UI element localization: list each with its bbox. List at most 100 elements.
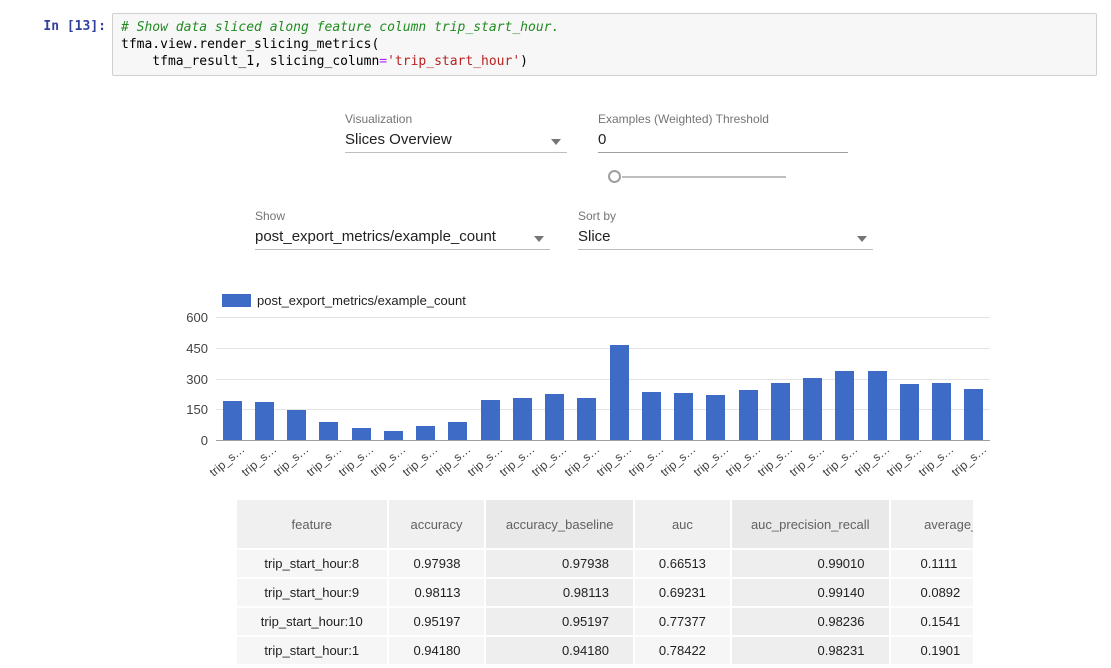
metric-cell: 0.94180: [486, 637, 634, 666]
show-label: Show: [255, 209, 285, 223]
bar-slot: trip_s…: [442, 317, 474, 440]
x-tick-label: trip_s…: [690, 442, 731, 479]
y-tick-label: 150: [166, 402, 208, 417]
code-token: tfma_result_1, slicing_column: [121, 54, 379, 69]
metric-select-value: post_export_metrics/example_count: [255, 228, 496, 245]
metric-select[interactable]: post_export_metrics/example_count: [255, 227, 550, 250]
bar[interactable]: [416, 426, 435, 440]
bar[interactable]: [223, 401, 242, 440]
x-tick-label: trip_s…: [948, 442, 989, 479]
x-tick-label: trip_s…: [335, 442, 376, 479]
legend-swatch: [222, 294, 251, 307]
bar-slot: trip_s…: [313, 317, 345, 440]
slider-thumb-handle[interactable]: [608, 170, 621, 183]
gridline: [216, 440, 990, 441]
metric-cell: 0.98236: [732, 608, 891, 637]
metric-cell: 0.98113: [389, 579, 487, 608]
visualization-select[interactable]: Slices Overview: [345, 130, 567, 153]
chart-plot: trip_s…trip_s…trip_s…trip_s…trip_s…trip_…: [216, 317, 990, 440]
x-tick-label: trip_s…: [658, 442, 699, 479]
bar[interactable]: [739, 390, 758, 440]
bar[interactable]: [803, 378, 822, 440]
dropdown-arrow-icon: [857, 236, 867, 242]
metric-cell: 0.1901: [891, 637, 974, 666]
x-tick-label: trip_s…: [303, 442, 344, 479]
bar[interactable]: [610, 345, 629, 440]
metrics-table[interactable]: featureaccuracyaccuracy_baselineaucauc_p…: [237, 500, 973, 668]
metric-cell: 0.98113: [486, 579, 634, 608]
sort-select-value: Slice: [578, 228, 611, 245]
code-token: 'trip_start_hour': [387, 54, 520, 69]
x-tick-label: trip_s…: [722, 442, 763, 479]
feature-cell: trip_start_hour:10: [237, 608, 389, 637]
chart-y-axis: 0150300450600: [166, 317, 208, 440]
bar-slot: trip_s…: [603, 317, 635, 440]
bar[interactable]: [319, 422, 338, 440]
column-header: average_loss: [891, 500, 974, 550]
x-tick-label: trip_s…: [884, 442, 925, 479]
bar-slot: trip_s…: [635, 317, 667, 440]
column-header: auc_precision_recall: [732, 500, 891, 550]
x-tick-label: trip_s…: [916, 442, 957, 479]
metric-cell: 0.99140: [732, 579, 891, 608]
bar-slot: trip_s…: [474, 317, 506, 440]
bar[interactable]: [868, 371, 887, 440]
bar[interactable]: [577, 398, 596, 440]
bar[interactable]: [964, 389, 983, 440]
x-tick-label: trip_s…: [593, 442, 634, 479]
bar-slot: trip_s…: [668, 317, 700, 440]
code-line: # Show data sliced along feature column …: [121, 19, 1088, 36]
bar[interactable]: [287, 410, 306, 440]
y-tick-label: 300: [166, 372, 208, 387]
x-tick-label: trip_s…: [851, 442, 892, 479]
x-tick-label: trip_s…: [529, 442, 570, 479]
bar[interactable]: [932, 383, 951, 440]
metric-cell: 0.97938: [389, 550, 487, 579]
bar-slot: trip_s…: [377, 317, 409, 440]
sort-select[interactable]: Slice: [578, 227, 873, 250]
x-tick-label: trip_s…: [239, 442, 280, 479]
metric-cell: 0.69231: [635, 579, 732, 608]
visualization-label: Visualization: [345, 112, 412, 126]
bar[interactable]: [706, 395, 725, 440]
code-token: =: [379, 54, 387, 69]
bar-slot: trip_s…: [410, 317, 442, 440]
x-tick-label: trip_s…: [271, 442, 312, 479]
bar[interactable]: [835, 371, 854, 440]
bar[interactable]: [513, 398, 532, 440]
bar[interactable]: [481, 400, 500, 440]
x-tick-label: trip_s…: [206, 442, 247, 479]
bar[interactable]: [255, 402, 274, 441]
bar[interactable]: [384, 431, 403, 440]
bar-slot: trip_s…: [764, 317, 796, 440]
x-tick-label: trip_s…: [626, 442, 667, 479]
x-tick-label: trip_s…: [561, 442, 602, 479]
x-tick-label: trip_s…: [400, 442, 441, 479]
metric-cell: 0.1541: [891, 608, 974, 637]
threshold-slider[interactable]: [608, 170, 786, 184]
bar-slot: trip_s…: [571, 317, 603, 440]
x-tick-label: trip_s…: [819, 442, 860, 479]
code-cell[interactable]: # Show data sliced along feature column …: [112, 13, 1097, 76]
threshold-input[interactable]: 0: [598, 130, 848, 153]
table-row: trip_start_hour:80.979380.979380.665130.…: [237, 550, 973, 579]
x-tick-label: trip_s…: [368, 442, 409, 479]
bar[interactable]: [642, 392, 661, 440]
x-tick-label: trip_s…: [464, 442, 505, 479]
bar-slot: trip_s…: [248, 317, 280, 440]
bar[interactable]: [545, 394, 564, 440]
code-token: tfma.view.render_slicing_metrics(: [121, 37, 379, 52]
dropdown-arrow-icon: [534, 236, 544, 242]
bar-slot: trip_s…: [861, 317, 893, 440]
x-tick-label: trip_s…: [787, 442, 828, 479]
bar[interactable]: [674, 393, 693, 440]
metric-cell: 0.95197: [389, 608, 487, 637]
bar[interactable]: [771, 383, 790, 440]
bar[interactable]: [448, 422, 467, 440]
metric-cell: 0.95197: [486, 608, 634, 637]
bar-slot: trip_s…: [281, 317, 313, 440]
bar[interactable]: [352, 428, 371, 440]
bar[interactable]: [900, 384, 919, 440]
code-lines: # Show data sliced along feature column …: [121, 19, 1088, 70]
bar-slot: trip_s…: [539, 317, 571, 440]
